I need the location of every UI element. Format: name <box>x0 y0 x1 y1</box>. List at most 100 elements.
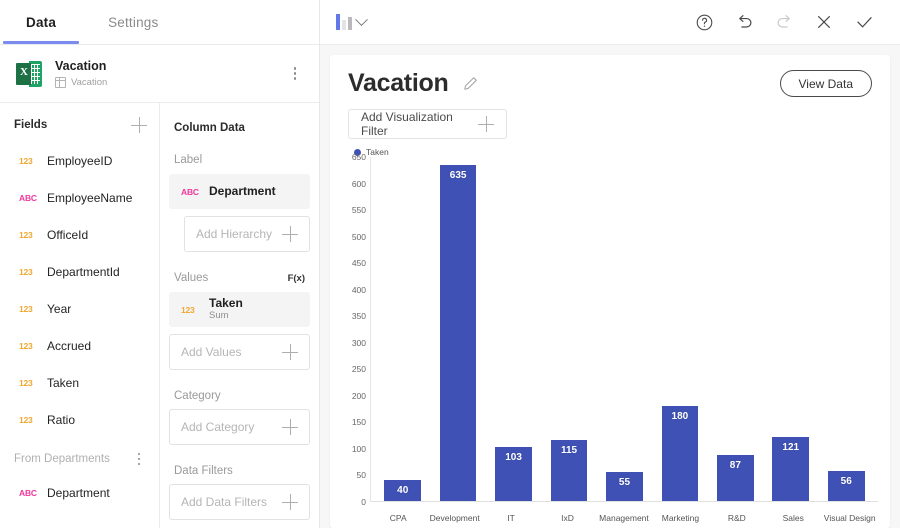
add-visualization-filter-label: Add Visualization Filter <box>361 110 470 138</box>
add-data-filters-label: Add Data Filters <box>181 495 282 509</box>
add-data-filters-dropzone[interactable]: Add Data Filters <box>169 484 310 520</box>
add-values-plus-icon[interactable] <box>282 344 298 360</box>
close-icon[interactable] <box>804 2 844 42</box>
y-axis-tick: 50 <box>357 470 366 480</box>
x-axis-tick-label: Development <box>426 513 482 523</box>
add-data-filters-plus-icon[interactable] <box>282 494 298 510</box>
chart-type-selector[interactable] <box>334 11 368 33</box>
x-axis-tick-label: CPA <box>370 513 426 523</box>
bar-column: 115 <box>541 157 596 501</box>
view-data-label: View Data <box>799 77 853 91</box>
field-label: Ratio <box>47 413 75 427</box>
field-type-badge: 123 <box>19 304 39 314</box>
visualization-header: Vacation View Data <box>330 55 890 98</box>
field-item-year[interactable]: 123 Year <box>0 290 159 327</box>
field-type-badge: 123 <box>19 267 39 277</box>
right-panel: Vacation View Data Add Visualization Fil… <box>320 0 900 528</box>
y-axis-tick: 300 <box>352 338 366 348</box>
undo-icon[interactable] <box>724 2 764 42</box>
add-visualization-filter-button[interactable]: Add Visualization Filter <box>348 109 507 139</box>
field-item-employeename[interactable]: ABC EmployeeName <box>0 179 159 216</box>
chip-name: Department <box>209 185 276 199</box>
field-type-badge: ABC <box>19 193 39 203</box>
field-label: Accrued <box>47 339 91 353</box>
field-item-taken[interactable]: 123 Taken <box>0 364 159 401</box>
field-item-department[interactable]: ABC Department <box>0 474 159 511</box>
add-values-label: Add Values <box>181 345 282 359</box>
add-hierarchy-label: Add Hierarchy <box>196 227 282 241</box>
fields-list: 123 EmployeeID ABC EmployeeName 123 Offi… <box>0 142 159 528</box>
tab-settings[interactable]: Settings <box>82 0 184 44</box>
datasource-kebab-menu-icon[interactable] <box>285 63 305 85</box>
section-data-filters-text: Data Filters <box>174 465 233 477</box>
check-icon[interactable] <box>844 2 884 42</box>
field-item-departmentid[interactable]: 123 DepartmentId <box>0 253 159 290</box>
y-axis-tick: 250 <box>352 364 366 374</box>
datasource-row[interactable]: X Vacation Vacation <box>0 45 319 103</box>
chip-type-badge: ABC <box>181 187 200 197</box>
field-type-badge: 123 <box>19 156 39 166</box>
add-category-label: Add Category <box>181 420 282 434</box>
bar-column: 635 <box>430 157 485 501</box>
section-values-text: Values <box>174 272 208 284</box>
y-axis-tick: 450 <box>352 258 366 268</box>
bar[interactable]: 635 <box>440 165 477 501</box>
x-axis-tick-label: R&D <box>709 513 765 523</box>
add-values-dropzone[interactable]: Add Values <box>169 334 310 370</box>
bar-column: 180 <box>652 157 707 501</box>
tab-settings-label: Settings <box>108 15 158 30</box>
add-visualization-filter-plus-icon[interactable] <box>478 116 494 132</box>
label-chip-department[interactable]: ABC Department <box>169 174 310 209</box>
y-axis-tick: 600 <box>352 179 366 189</box>
add-hierarchy-dropzone[interactable]: Add Hierarchy <box>184 216 310 252</box>
add-hierarchy-plus-icon[interactable] <box>282 226 298 242</box>
column-data-heading: Column Data <box>160 122 319 134</box>
view-data-button[interactable]: View Data <box>780 70 872 97</box>
tab-data[interactable]: Data <box>0 0 82 44</box>
x-axis-tick-label: Marketing <box>652 513 708 523</box>
bar[interactable]: 55 <box>606 472 643 501</box>
value-chip-taken[interactable]: 123 Taken Sum <box>169 292 310 327</box>
add-field-plus-icon[interactable] <box>131 117 147 133</box>
bar[interactable]: 56 <box>828 471 865 501</box>
field-group-header: From Departments <box>0 444 159 474</box>
x-axis-tick-label: Sales <box>765 513 821 523</box>
x-axis-tick-label: IxD <box>539 513 595 523</box>
help-circle-icon[interactable] <box>684 2 724 42</box>
field-label: Taken <box>47 376 79 390</box>
field-item-accrued[interactable]: 123 Accrued <box>0 327 159 364</box>
tab-bar: Data Settings <box>0 0 319 45</box>
y-axis-tick: 0 <box>361 497 366 507</box>
bar-column: 121 <box>763 157 818 501</box>
table-icon <box>55 77 66 88</box>
add-category-dropzone[interactable]: Add Category <box>169 409 310 445</box>
chart-plot-wrapper: 050100150200250300350400450500550600650 … <box>330 157 890 508</box>
field-item-officeid[interactable]: 123 OfficeId <box>0 216 159 253</box>
datasource-subtitle: Vacation <box>71 77 107 88</box>
bar[interactable]: 180 <box>662 406 699 501</box>
y-axis-tick: 200 <box>352 391 366 401</box>
datasource-meta: Vacation Vacation <box>55 59 285 88</box>
bar[interactable]: 40 <box>384 480 421 501</box>
bar-column: 56 <box>819 157 874 501</box>
bar[interactable]: 121 <box>772 437 809 501</box>
y-axis-tick: 500 <box>352 232 366 242</box>
pencil-icon[interactable] <box>462 75 479 92</box>
bar-value-label: 180 <box>672 411 689 501</box>
field-item-ratio[interactable]: 123 Ratio <box>0 401 159 438</box>
field-item-employeeid[interactable]: 123 EmployeeID <box>0 142 159 179</box>
field-label: OfficeId <box>47 228 88 242</box>
x-axis-tick-label: Management <box>596 513 652 523</box>
bar[interactable]: 115 <box>551 440 588 501</box>
add-category-plus-icon[interactable] <box>282 419 298 435</box>
chip-aggregation: Sum <box>209 311 243 322</box>
fx-button[interactable]: F(x) <box>288 273 305 284</box>
bar-value-label: 635 <box>450 170 467 501</box>
app-root: Data Settings X Vacation Vacation <box>0 0 900 528</box>
section-label-label: Label <box>160 154 319 166</box>
field-group-kebab-menu-icon[interactable] <box>129 448 149 470</box>
section-label-text: Label <box>174 154 202 166</box>
bar[interactable]: 103 <box>495 447 532 502</box>
field-type-badge: 123 <box>19 415 39 425</box>
bar[interactable]: 87 <box>717 455 754 501</box>
